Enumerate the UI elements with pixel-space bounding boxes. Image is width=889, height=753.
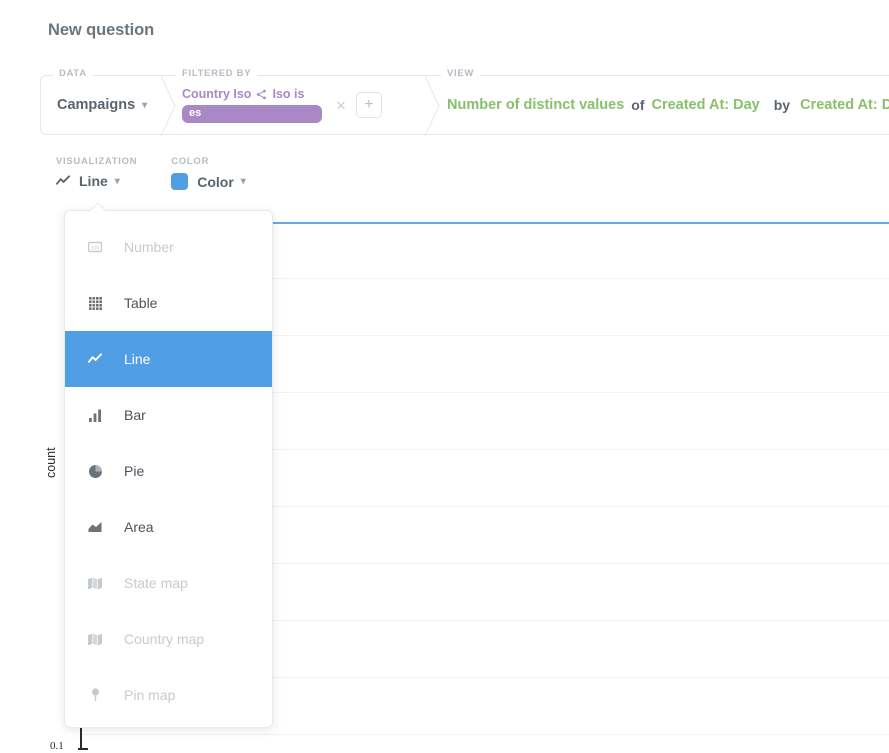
color-picker-button[interactable]: Color ▾ — [171, 173, 246, 190]
metabase-question-page: New question DATA Campaigns ▾ FILTERED BY… — [0, 0, 889, 753]
y-axis-tick — [78, 748, 88, 750]
data-section: DATA Campaigns ▾ — [40, 68, 176, 136]
viz-menu-item-label: Area — [124, 519, 154, 535]
number-icon: 100 — [87, 241, 103, 253]
y-axis-title: count — [44, 447, 58, 478]
viz-menu-item-label: Number — [124, 239, 174, 255]
data-section-legend: DATA — [53, 68, 93, 79]
visualization-setting: VISUALIZATION Line ▾ — [56, 156, 137, 189]
viz-menu-item-table[interactable]: Table — [65, 275, 272, 331]
query-builder-bar: DATA Campaigns ▾ FILTERED BY Country Iso — [40, 68, 889, 136]
viz-menu-item-label: Bar — [124, 407, 146, 423]
line-chart-icon — [56, 175, 71, 187]
viz-menu-item-label: State map — [124, 575, 188, 591]
map-icon — [87, 633, 103, 646]
viz-menu-item-line[interactable]: Line — [65, 331, 272, 387]
line-chart-icon — [87, 353, 103, 365]
chevron-down-icon: ▾ — [114, 175, 120, 187]
aggregation-selector[interactable]: Number of distinct values — [447, 97, 624, 113]
data-table-selector[interactable]: Campaigns ▾ — [57, 97, 147, 113]
visualization-settings-row: VISUALIZATION Line ▾ COLOR Color ▾ — [56, 156, 246, 190]
color-swatch — [171, 173, 189, 190]
color-label: Color — [197, 173, 234, 190]
visualization-menu-list: 100 Number Table Line Bar Pie Area State map Cou… — [65, 211, 272, 723]
viz-menu-item-country-map: Country map — [65, 611, 272, 667]
filter-field-label: Country Iso — [182, 86, 252, 101]
svg-text:100: 100 — [91, 245, 100, 251]
chevron-down-icon: ▾ — [240, 176, 246, 187]
share-icon — [256, 89, 267, 100]
visualization-type-menu: 100 Number Table Line Bar Pie Area State map Cou… — [64, 210, 273, 728]
popover-caret — [87, 200, 109, 214]
viz-menu-item-label: Pin map — [124, 687, 176, 703]
bar-chart-icon — [87, 409, 103, 422]
filter-section: FILTERED BY Country Iso Iso is es × + — [160, 68, 440, 136]
viz-menu-item-pin-map: Pin map — [65, 667, 272, 723]
view-section: VIEW Number of distinct values of Create… — [425, 68, 889, 135]
page-title: New question — [48, 21, 155, 39]
viz-menu-item-label: Country map — [124, 631, 205, 647]
filter-value-chip[interactable]: es — [182, 105, 322, 124]
view-body: Number of distinct values of Created At:… — [447, 92, 889, 118]
viz-menu-item-label: Pie — [124, 463, 145, 479]
aggregation-field-selector[interactable]: Created At: Day — [651, 97, 759, 113]
viz-menu-item-state-map: State map — [65, 555, 272, 611]
viz-menu-item-label: Line — [124, 351, 151, 367]
view-section-legend: VIEW — [441, 68, 481, 79]
aggregation-of-word: of — [631, 97, 645, 113]
table-icon — [87, 296, 103, 310]
viz-menu-item-area[interactable]: Area — [65, 499, 272, 555]
viz-menu-item-label: Table — [124, 295, 158, 311]
chart-gridline — [80, 734, 889, 735]
area-chart-icon — [87, 521, 103, 533]
chevron-down-icon: ▾ — [142, 100, 148, 111]
visualization-type-button[interactable]: Line ▾ — [56, 173, 137, 189]
filter-chip[interactable]: Country Iso Iso is es — [182, 86, 322, 124]
viz-menu-item-number: 100 Number — [65, 219, 272, 275]
color-setting: COLOR Color ▾ — [171, 156, 246, 190]
remove-filter-button[interactable]: × — [336, 97, 346, 114]
viz-menu-item-bar[interactable]: Bar — [65, 387, 272, 443]
filter-section-legend: FILTERED BY — [176, 68, 258, 79]
breakout-field-selector[interactable]: Created At: Day — [800, 97, 889, 113]
filter-operator-label: Iso is — [272, 86, 305, 101]
color-legend: COLOR — [171, 156, 210, 167]
filter-body: Country Iso Iso is es × + — [182, 86, 425, 124]
aggregation-by-word: by — [773, 97, 791, 113]
viz-menu-item-pie[interactable]: Pie — [65, 443, 272, 499]
visualization-type-label: Line — [79, 173, 108, 189]
visualization-legend: VISUALIZATION — [56, 156, 138, 167]
y-axis-tick-label: 0.1 — [50, 740, 64, 752]
map-icon — [87, 577, 103, 590]
pin-icon — [87, 688, 103, 702]
pie-chart-icon — [87, 464, 103, 478]
add-filter-button[interactable]: + — [355, 92, 382, 118]
data-table-label: Campaigns — [57, 97, 136, 113]
